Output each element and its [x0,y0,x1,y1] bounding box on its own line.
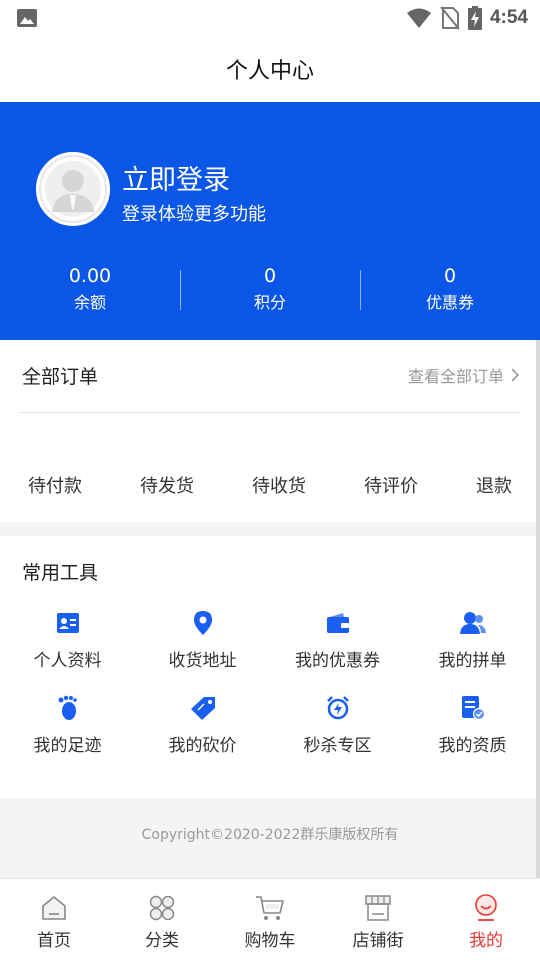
profile-icon [471,893,501,923]
tool-grid: 个人资料 收货地址 我的优惠券 我的拼单 我的足迹 我的砍价 秒杀专区 我的资质 [0,606,540,776]
group-users-icon [459,610,486,636]
tool-label: 收货地址 [168,651,237,671]
tab-category[interactable]: 分类 [108,879,216,960]
tool-coupons[interactable]: 我的优惠券 [270,606,405,691]
order-status-pending-review[interactable]: 待评价 [364,472,418,502]
tool-bargain[interactable]: 我的砍价 [135,691,270,776]
orders-title: 全部订单 [22,365,99,388]
tool-label: 个人资料 [33,651,102,671]
price-tag-icon [190,695,216,721]
wifi-icon [406,8,431,28]
stat-value: 0 [263,265,277,287]
stat-points[interactable]: 0 积分 [180,262,360,322]
tool-group-buy[interactable]: 我的拼单 [405,606,540,691]
order-status-pending-receipt[interactable]: 待收货 [252,472,306,502]
tool-profile[interactable]: 个人资料 [0,606,135,691]
login-subtitle: 登录体验更多功能 [122,204,266,225]
tool-qualification[interactable]: 我的资质 [405,691,540,776]
tool-label: 我的足迹 [33,736,102,756]
id-card-icon [55,610,81,636]
stat-label: 积分 [253,293,286,312]
tab-label: 购物车 [244,931,296,951]
battery-charging-icon [467,6,482,30]
tool-address[interactable]: 收货地址 [135,606,270,691]
bottom-tab-bar: 首页 分类 购物车 店铺街 我的 [0,878,540,960]
stat-coupons[interactable]: 0 优惠券 [360,262,540,322]
order-status-row: 待付款 待发货 待收货 待评价 退款 [0,472,540,502]
tool-flash-sale[interactable]: 秒杀专区 [270,691,405,776]
login-title[interactable]: 立即登录 [122,158,230,197]
page-title: 个人中心 [225,59,314,84]
page-header: 个人中心 [0,36,540,102]
tool-label: 我的砍价 [168,736,237,756]
scroll-edge [536,340,540,878]
certificate-icon [460,695,486,721]
tool-label: 秒杀专区 [303,736,372,756]
image-icon [17,9,37,27]
status-time: 4:54 [489,7,528,28]
tab-label: 店铺街 [352,931,404,951]
orders-section: 全部订单 查看全部订单 待付款 待发货 待收货 待评价 退款 [0,340,540,522]
stat-value: 0.00 [68,265,112,287]
location-pin-icon [190,610,216,636]
tools-section: 常用工具 个人资料 收货地址 我的优惠券 我的拼单 我的足迹 我的砍价 秒杀专区… [0,536,540,798]
tools-title: 常用工具 [22,562,99,584]
view-all-orders-label: 查看全部订单 [407,367,504,386]
order-status-pending-payment[interactable]: 待付款 [28,472,82,502]
stat-label: 余额 [73,293,106,312]
tab-label: 首页 [37,931,71,951]
orders-header: 全部订单 查看全部订单 [22,360,520,390]
stat-balance[interactable]: 0.00 余额 [0,262,180,322]
storefront-icon [363,893,393,923]
view-all-orders-link[interactable]: 查看全部订单 [408,363,520,387]
tool-label: 我的优惠券 [295,651,380,671]
tab-cart[interactable]: 购物车 [216,879,324,960]
alarm-clock-icon [325,695,351,721]
order-status-refund[interactable]: 退款 [476,472,512,502]
tab-label: 分类 [145,931,179,951]
tool-label: 我的资质 [438,736,507,756]
no-sim-icon [440,6,460,30]
avatar[interactable] [36,152,110,226]
tab-mine[interactable]: 我的 [432,879,540,960]
wallet-icon [325,610,351,636]
profile-section: 立即登录 登录体验更多功能 0.00 余额 0 积分 0 优惠券 [0,102,540,340]
stat-label: 优惠券 [425,293,474,312]
tab-home[interactable]: 首页 [0,879,108,960]
cart-icon [255,893,285,923]
status-bar: 4:54 [0,0,540,36]
order-status-pending-shipment[interactable]: 待发货 [140,472,194,502]
chevron-right-icon [511,368,520,382]
copyright-text: Copyright©2020-2022群乐康版权所有 [141,827,399,843]
tab-shops[interactable]: 店铺街 [324,879,432,960]
default-avatar-icon [39,155,107,223]
tool-label: 我的拼单 [438,651,507,671]
tool-footprint[interactable]: 我的足迹 [0,691,135,776]
tab-label: 我的 [469,931,503,951]
account-stats: 0.00 余额 0 积分 0 优惠券 [0,262,540,322]
footprint-icon [55,695,81,721]
divider [20,412,520,413]
home-icon [39,893,69,923]
stat-value: 0 [443,265,457,287]
category-grid-icon [147,893,177,923]
